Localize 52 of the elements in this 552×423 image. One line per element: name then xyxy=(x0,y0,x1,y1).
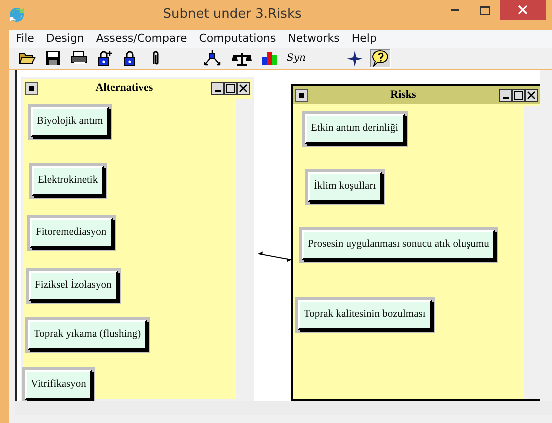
maximize-button[interactable] xyxy=(224,82,237,94)
minimize-icon xyxy=(214,90,220,92)
minimize-icon xyxy=(502,96,508,98)
menu-item[interactable]: Design xyxy=(46,30,84,48)
network-icon xyxy=(203,50,223,67)
system-menu-icon[interactable] xyxy=(25,82,38,94)
menu-item[interactable]: File xyxy=(16,30,34,48)
close-icon xyxy=(239,84,248,92)
node[interactable]: Fiziksel İzolasyon xyxy=(29,271,118,301)
close-button[interactable] xyxy=(237,82,250,94)
vertical-scrollbar[interactable] xyxy=(524,106,540,399)
lock-plus-icon xyxy=(97,50,114,67)
cluster-title: Alternatives xyxy=(94,80,154,96)
node[interactable]: Biyolojik antım xyxy=(31,107,110,137)
close-icon xyxy=(527,90,536,100)
balance-icon xyxy=(232,50,252,67)
node[interactable]: Toprak kalitesinin bozulması xyxy=(298,300,432,330)
horizontal-scrollbar[interactable] xyxy=(15,401,552,415)
menu-item[interactable]: Networks xyxy=(288,30,340,48)
node[interactable]: Fitoremediasyon xyxy=(30,218,113,248)
vertical-scrollbar[interactable] xyxy=(236,99,252,399)
node[interactable]: Etkin antım derinliği xyxy=(305,114,404,144)
close-icon xyxy=(518,5,528,15)
window-title: Subnet under 3.Risks xyxy=(162,6,303,24)
maximize-icon xyxy=(480,6,490,14)
minimize-button[interactable] xyxy=(211,82,224,94)
printer-icon xyxy=(71,50,88,67)
close-button[interactable] xyxy=(525,88,538,102)
paperclip-icon xyxy=(153,50,159,67)
help-icon xyxy=(372,50,389,67)
node[interactable]: Prosesin uygulanması sonucu atık oluşumu xyxy=(302,230,496,260)
menu-item[interactable]: Help xyxy=(352,30,377,48)
app-icon xyxy=(9,7,25,23)
cluster-title: Risks xyxy=(390,88,418,103)
maximize-icon xyxy=(514,90,523,100)
bar-chart-button[interactable] xyxy=(259,49,280,68)
syn-button[interactable]: Syn xyxy=(285,49,308,68)
menu-item[interactable]: Computations xyxy=(199,30,276,48)
menu-item[interactable]: Assess/Compare xyxy=(96,30,188,48)
help-button[interactable] xyxy=(370,49,391,68)
system-menu-icon[interactable] xyxy=(295,88,308,102)
minimize-button[interactable] xyxy=(499,88,512,102)
save-icon xyxy=(45,50,62,67)
node[interactable]: İklim koşulları xyxy=(308,172,382,202)
maximize-button[interactable] xyxy=(512,88,525,102)
compass-star-icon xyxy=(346,50,363,67)
node[interactable]: Vitrifikasyon xyxy=(25,370,92,400)
node[interactable]: Toprak yıkama (flushing) xyxy=(28,320,148,350)
node[interactable]: Elektrokinetik xyxy=(32,166,104,196)
maximize-icon xyxy=(226,84,235,92)
minimize-icon xyxy=(451,9,459,11)
bar-chart-icon xyxy=(261,50,278,67)
